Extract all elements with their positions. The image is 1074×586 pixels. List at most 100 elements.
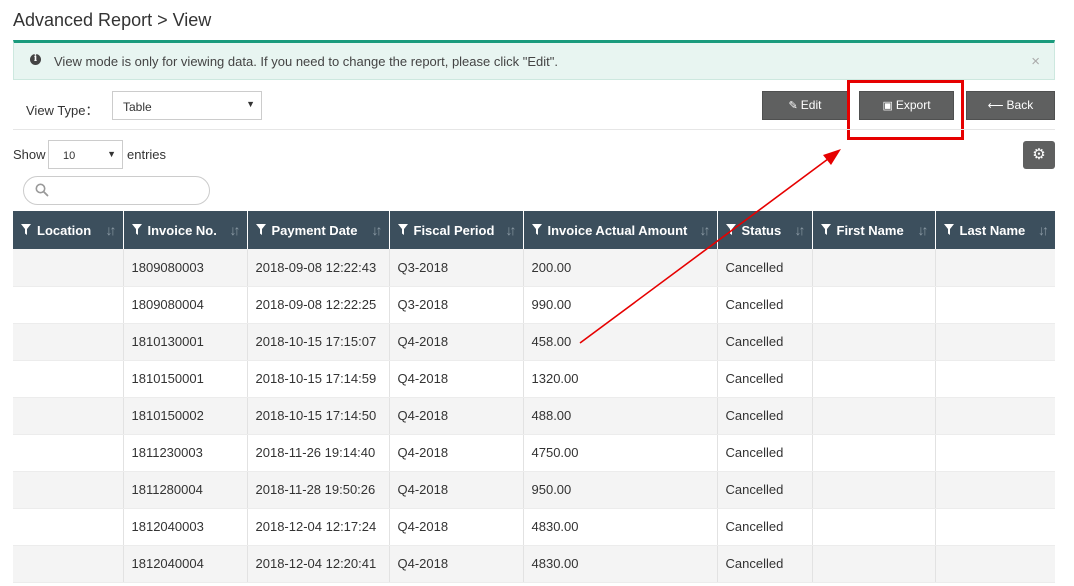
column-header-payment-date[interactable]: Payment Date ↓↑ [247,211,390,249]
column-header-label: Payment Date [271,223,358,238]
table-body: 1809080003 2018-09-08 12:22:43 Q3-2018 200.… [13,249,1055,583]
info-alert: i View mode is only for viewing data. If… [13,40,1055,80]
column-header-label: Fiscal Period [413,223,495,238]
sort-icon[interactable]: ↓↑ [506,222,517,238]
filter-icon[interactable] [531,224,542,235]
cell-payment-date: 2018-12-04 12:20:41 [247,545,390,583]
cell-invoice-actual-amount: 4750.00 [523,434,718,472]
column-header-label: First Name [836,223,904,238]
search-box[interactable] [23,176,210,205]
cell-invoice-actual-amount: 488.00 [523,397,718,435]
column-header-fiscal-period[interactable]: Fiscal Period ↓↑ [389,211,524,249]
filter-icon[interactable] [21,224,31,235]
cell-status: Cancelled [717,249,813,287]
page-title: Advanced Report > View [13,10,212,30]
close-icon[interactable]: × [1031,53,1040,70]
cell-payment-date: 2018-10-15 17:14:59 [247,360,390,398]
sort-icon[interactable]: ↓↑ [372,222,383,238]
edit-icon: ✎ [788,100,798,112]
cell-invoice-no: 1810130001 [123,323,248,361]
edit-button-label: Edit [800,98,822,112]
table-row: 1809080003 2018-09-08 12:22:43 Q3-2018 200.… [13,249,1055,287]
cell-invoice-actual-amount: 200.00 [523,249,718,287]
table-row: 1809080004 2018-09-08 12:22:25 Q3-2018 990.… [13,286,1055,324]
cell-fiscal-period: Q4-2018 [389,360,524,398]
cell-status: Cancelled [717,286,813,324]
cell-invoice-actual-amount: 4830.00 [523,545,718,583]
cell-status: Cancelled [717,508,813,546]
cell-invoice-no: 1812040004 [123,545,248,583]
column-header-last-name[interactable]: Last Name ↓↑ [935,211,1055,249]
cell-invoice-actual-amount: 1320.00 [523,360,718,398]
cell-invoice-actual-amount: 990.00 [523,286,718,324]
filter-icon[interactable] [255,224,266,235]
sort-icon[interactable]: ↓↑ [230,222,241,238]
cell-location [13,249,124,287]
cell-payment-date: 2018-12-04 12:17:24 [247,508,390,546]
column-header-status[interactable]: Status ↓↑ [717,211,813,249]
show-label: Show [13,147,46,162]
cell-first-name [812,249,936,287]
sort-icon[interactable]: ↓↑ [700,222,711,238]
cell-status: Cancelled [717,434,813,472]
column-header-label: Status [741,223,782,238]
column-header-invoice-actual-amount[interactable]: Invoice Actual Amount ↓↑ [523,211,718,249]
filter-icon[interactable] [943,224,954,235]
back-button-label: Back [1006,98,1034,112]
cell-invoice-no: 1811280004 [123,471,248,509]
cell-first-name [812,360,936,398]
cell-location [13,323,124,361]
table-row: 1812040004 2018-12-04 12:20:41 Q4-2018 4830… [13,545,1055,583]
cell-location [13,508,124,546]
cell-location [13,397,124,435]
export-highlight-box [847,80,964,140]
back-button[interactable]: ⟵ Back [966,91,1055,120]
cell-first-name [812,545,936,583]
cell-location [13,286,124,324]
table-row: 1810150001 2018-10-15 17:14:59 Q4-2018 1320… [13,360,1055,398]
cell-fiscal-period: Q4-2018 [389,323,524,361]
report-table: Location ↓↑ Invoice No. ↓↑ Payment Date ↓↑ Fis… [13,211,1055,583]
filter-icon[interactable] [397,224,408,235]
entries-value: 10 [63,150,76,162]
column-header-location[interactable]: Location ↓↑ [13,211,124,249]
column-header-label: Last Name [959,223,1026,238]
sort-icon[interactable]: ↓↑ [918,222,929,238]
filter-icon[interactable] [820,224,831,235]
cell-invoice-actual-amount: 4830.00 [523,508,718,546]
filter-icon[interactable] [725,224,736,235]
column-header-invoice-no[interactable]: Invoice No. ↓↑ [123,211,248,249]
cell-last-name [935,434,1055,472]
view-type-value: Table [123,100,152,114]
table-row: 1810150002 2018-10-15 17:14:50 Q4-2018 488.… [13,397,1055,435]
cell-fiscal-period: Q4-2018 [389,545,524,583]
view-type-select[interactable]: Table ▼ [112,91,262,120]
search-input[interactable] [54,181,208,202]
cell-location [13,434,124,472]
cell-fiscal-period: Q4-2018 [389,471,524,509]
cell-last-name [935,471,1055,509]
info-circle-icon: i [30,54,41,65]
cell-payment-date: 2018-09-08 12:22:25 [247,286,390,324]
cell-first-name [812,286,936,324]
entries-select[interactable]: 10 ▼ [48,140,123,169]
table-row: 1810130001 2018-10-15 17:15:07 Q4-2018 458.… [13,323,1055,361]
sort-icon[interactable]: ↓↑ [795,222,806,238]
cell-invoice-no: 1811230003 [123,434,248,472]
column-header-first-name[interactable]: First Name ↓↑ [812,211,936,249]
column-settings-button[interactable]: ⚙ [1023,141,1055,169]
cell-fiscal-period: Q3-2018 [389,286,524,324]
sort-icon[interactable]: ↓↑ [1038,222,1049,238]
filter-icon[interactable] [131,224,142,235]
cell-location [13,360,124,398]
search-icon [35,183,49,197]
cell-invoice-actual-amount: 458.00 [523,323,718,361]
cell-last-name [935,323,1055,361]
sort-icon[interactable]: ↓↑ [106,222,117,238]
cell-first-name [812,508,936,546]
cell-invoice-no: 1810150002 [123,397,248,435]
cell-invoice-no: 1812040003 [123,508,248,546]
edit-button[interactable]: ✎ Edit [762,91,848,120]
cell-status: Cancelled [717,360,813,398]
cell-last-name [935,286,1055,324]
